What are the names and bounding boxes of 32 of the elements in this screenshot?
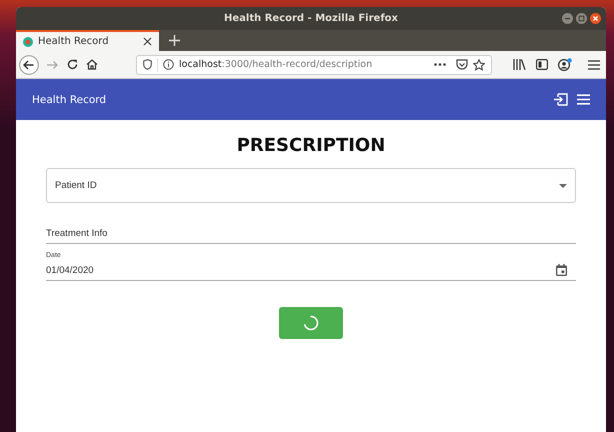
account-icon[interactable]	[558, 58, 572, 71]
info-icon	[163, 59, 174, 70]
close-icon[interactable]	[143, 37, 152, 46]
back-icon[interactable]	[19, 54, 39, 74]
home-icon[interactable]	[86, 59, 98, 70]
shield-icon	[143, 59, 152, 70]
calendar-icon[interactable]	[556, 264, 567, 276]
menu-icon[interactable]	[588, 60, 600, 70]
page-heading: PRESCRIPTION	[236, 135, 386, 156]
patient-select[interactable]: Patient ID	[46, 168, 576, 203]
sidebar-icon[interactable]	[536, 59, 548, 70]
address-bar[interactable]: localhost:3000/health-record/description	[136, 54, 492, 74]
favicon-icon	[23, 36, 33, 46]
tab-title: Health Record	[38, 36, 110, 47]
reload-icon[interactable]	[67, 59, 78, 70]
star-icon[interactable]	[473, 58, 485, 70]
date-field[interactable]: 01/04/2020	[46, 263, 576, 281]
window-title: Health Record - Mozilla Firefox	[224, 13, 398, 24]
minimize-icon[interactable]	[562, 13, 573, 24]
treatment-field[interactable]: Treatment Info	[46, 226, 576, 244]
pocket-icon[interactable]	[456, 59, 468, 70]
library-icon[interactable]	[513, 59, 526, 70]
close-icon[interactable]	[590, 13, 601, 24]
app-title: Health Record	[32, 94, 106, 106]
url-text: localhost:3000/health-record/description	[179, 59, 374, 70]
more-icon[interactable]	[434, 63, 446, 66]
dropdown-caret-icon	[559, 184, 567, 188]
login-icon[interactable]	[554, 93, 568, 106]
forward-icon	[47, 60, 59, 70]
loading-spinner-icon	[303, 315, 319, 331]
browser-tab[interactable]: Health Record	[16, 30, 159, 51]
plus-icon[interactable]	[169, 35, 180, 46]
